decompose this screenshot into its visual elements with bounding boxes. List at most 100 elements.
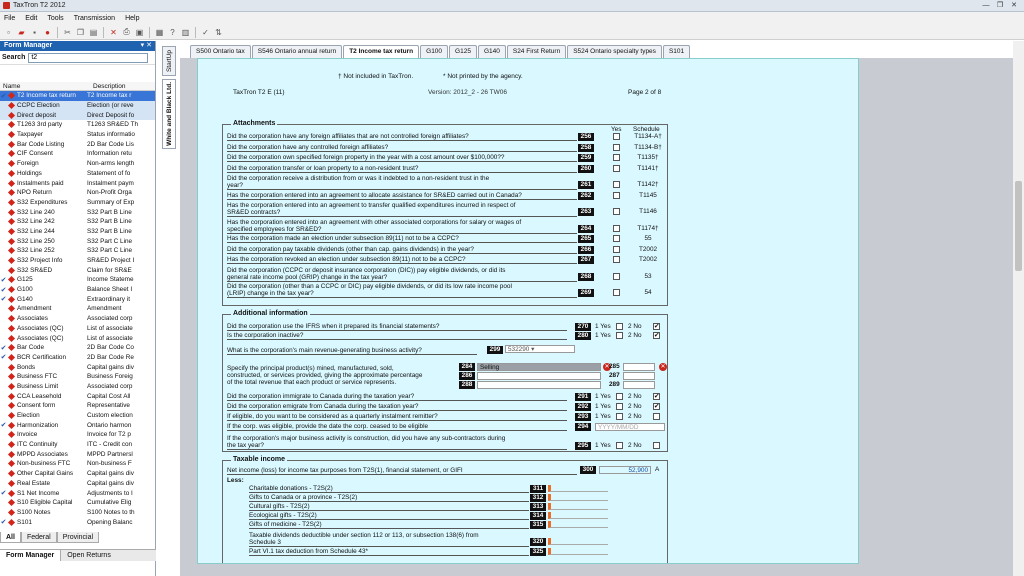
calculator-icon[interactable]: ▦: [154, 27, 165, 38]
form-list-item[interactable]: S32 Expenditures Summary of Exp: [0, 198, 155, 208]
save-icon[interactable]: ▪: [29, 27, 40, 38]
menu-edit[interactable]: Edit: [25, 15, 37, 22]
tab-client-file[interactable]: White and Black Ltd.: [162, 79, 176, 149]
yes-checkbox[interactable]: [613, 245, 620, 253]
form-icon[interactable]: ▥: [180, 27, 191, 38]
form-list-item[interactable]: Bonds Capital gains div: [0, 362, 155, 372]
net-income-value[interactable]: 52,900: [599, 466, 651, 474]
doc-tab[interactable]: G125: [449, 45, 477, 58]
product-service-3-input[interactable]: [477, 381, 601, 389]
business-activity-select[interactable]: 532290 ▾: [505, 345, 575, 353]
form-list-item[interactable]: S32 Line 242 S32 Part B Line: [0, 217, 155, 227]
yes-checkbox[interactable]: [616, 403, 623, 410]
yes-checkbox[interactable]: [613, 143, 620, 151]
product-service-2-input[interactable]: [477, 372, 601, 380]
open-folder-icon[interactable]: ▰: [16, 27, 27, 38]
dividends-input[interactable]: [548, 538, 608, 545]
percentage-3-input[interactable]: [623, 381, 655, 389]
yes-checkbox[interactable]: [616, 393, 623, 400]
form-list-item[interactable]: S100 Notes S100 Notes to th: [0, 508, 155, 518]
form-list-item[interactable]: CCPC Election Election (or reve: [0, 100, 155, 111]
yes-checkbox[interactable]: [616, 332, 623, 339]
col-name-header[interactable]: Name: [0, 82, 90, 90]
product-service-1-input[interactable]: Selling: [477, 363, 601, 371]
yes-checkbox[interactable]: [616, 442, 623, 449]
scroll-thumb[interactable]: [1015, 181, 1022, 271]
form-list-item[interactable]: ✔ Harmonization Ontario harmon: [0, 420, 155, 430]
clear-field-icon[interactable]: ✕: [659, 363, 667, 371]
form-list-item[interactable]: S32 SR&ED Claim for SR&E: [0, 265, 155, 275]
form-list-item[interactable]: ✔ G100 Balance Sheet I: [0, 285, 155, 295]
yes-checkbox[interactable]: [613, 164, 620, 172]
form-list-item[interactable]: S32 Project Info SR&ED Project I: [0, 256, 155, 266]
form-list-item[interactable]: Instalments paid Instalment paym: [0, 178, 155, 188]
yes-checkbox[interactable]: [613, 256, 620, 263]
form-list-item[interactable]: NPO Return Non-Profit Orga: [0, 188, 155, 198]
form-list-item[interactable]: Holdings Statement of fo: [0, 169, 155, 179]
tab-all[interactable]: All: [0, 532, 21, 543]
help-icon[interactable]: ?: [167, 27, 178, 38]
tab-form-manager[interactable]: Form Manager: [0, 550, 62, 561]
form-list-item[interactable]: ✔ G140 Extraordinary it: [0, 294, 155, 304]
form-list-item[interactable]: S32 Line 244 S32 Part B Line: [0, 227, 155, 237]
doc-tab[interactable]: S101: [662, 45, 691, 58]
form-list-item[interactable]: Associates Associated corp: [0, 314, 155, 324]
close-button[interactable]: ✕: [1008, 1, 1020, 10]
form-list-item[interactable]: ✔ S1 Net Income Adjustments to I: [0, 488, 155, 498]
yes-checkbox[interactable]: [616, 323, 623, 330]
deduction-input[interactable]: [548, 512, 608, 519]
yes-checkbox[interactable]: [613, 289, 620, 296]
doc-tab[interactable]: S24 First Return: [506, 45, 567, 58]
form-list-item[interactable]: Real Estate Capital gains div: [0, 479, 155, 489]
print-icon[interactable]: ⎙: [121, 27, 132, 38]
no-checkbox[interactable]: ✔: [653, 332, 660, 339]
form-list-item[interactable]: ✔ BCR Certification 2D Bar Code Re: [0, 353, 155, 363]
deduction-input[interactable]: [548, 494, 608, 501]
form-list-item[interactable]: ITC Continuity ITC - Credit con: [0, 440, 155, 450]
form-list-item[interactable]: MPPD Associates MPPD Partnersl: [0, 449, 155, 459]
form-list-item[interactable]: ✔ G125 Income Stateme: [0, 275, 155, 285]
yes-checkbox[interactable]: [613, 133, 620, 140]
no-checkbox[interactable]: [653, 413, 660, 420]
deduction-input[interactable]: [548, 485, 608, 492]
new-file-icon[interactable]: ▫: [3, 27, 14, 38]
no-checkbox[interactable]: ✔: [653, 323, 660, 330]
percentage-2-input[interactable]: [623, 372, 655, 380]
menu-transmission[interactable]: Transmission: [74, 15, 115, 22]
close-file-icon[interactable]: ●: [42, 27, 53, 38]
no-checkbox[interactable]: [653, 442, 660, 449]
form-list-item[interactable]: Non-business FTC Non-business F: [0, 459, 155, 469]
menu-file[interactable]: File: [4, 15, 15, 22]
check-icon[interactable]: ✓: [200, 27, 211, 38]
form-list-item[interactable]: ✔ T2 Income tax return T2 Income tax r: [0, 91, 155, 101]
form-list-item[interactable]: Taxpayer Status informatio: [0, 130, 155, 140]
percentage-1-input[interactable]: [623, 363, 655, 371]
form-list-item[interactable]: CIF Consent Information retu: [0, 149, 155, 159]
paste-icon[interactable]: ▤: [88, 27, 99, 38]
form-list-item[interactable]: ✔ S101 Opening Balanc: [0, 517, 155, 527]
form-list-item[interactable]: Invoice Invoice for T2 p: [0, 430, 155, 440]
menu-tools[interactable]: Tools: [47, 15, 63, 22]
form-list-item[interactable]: T1263 3rd party T1263 SR&ED Th: [0, 120, 155, 130]
form-list-item[interactable]: Bar Code Listing 2D Bar Code Lis: [0, 139, 155, 149]
form-list-item[interactable]: S10 Eligible Capital Cumulative Elig: [0, 498, 155, 508]
form-list-item[interactable]: Direct deposit Direct Deposit fo: [0, 110, 155, 121]
tab-open-returns[interactable]: Open Returns: [61, 550, 117, 561]
form-list-item[interactable]: CCA Leasehold Capital Cost All: [0, 391, 155, 401]
form-list-item[interactable]: Consent form Representative: [0, 401, 155, 411]
yes-checkbox[interactable]: [613, 224, 620, 232]
preview-icon[interactable]: ▣: [134, 27, 145, 38]
yes-checkbox[interactable]: [613, 208, 620, 215]
deduction-input[interactable]: [548, 521, 608, 528]
form-list-item[interactable]: Foreign Non-arms length: [0, 159, 155, 169]
maximize-button[interactable]: ❐: [994, 1, 1006, 10]
form-list-item[interactable]: S32 Line 252 S32 Part C Line: [0, 246, 155, 256]
transmit-icon[interactable]: ⇅: [213, 27, 224, 38]
yes-checkbox[interactable]: [613, 235, 620, 242]
form-list-item[interactable]: Amendment Amendment: [0, 304, 155, 314]
delete-icon[interactable]: ✕: [108, 27, 119, 38]
form-list-item[interactable]: S32 Line 240 S32 Part B Line: [0, 207, 155, 217]
form-list-item[interactable]: Business FTC Business Foreig: [0, 372, 155, 382]
form-list-item[interactable]: S32 Line 250 S32 Part C Line: [0, 236, 155, 246]
date-input[interactable]: YYYY/MM/DD: [595, 423, 665, 431]
